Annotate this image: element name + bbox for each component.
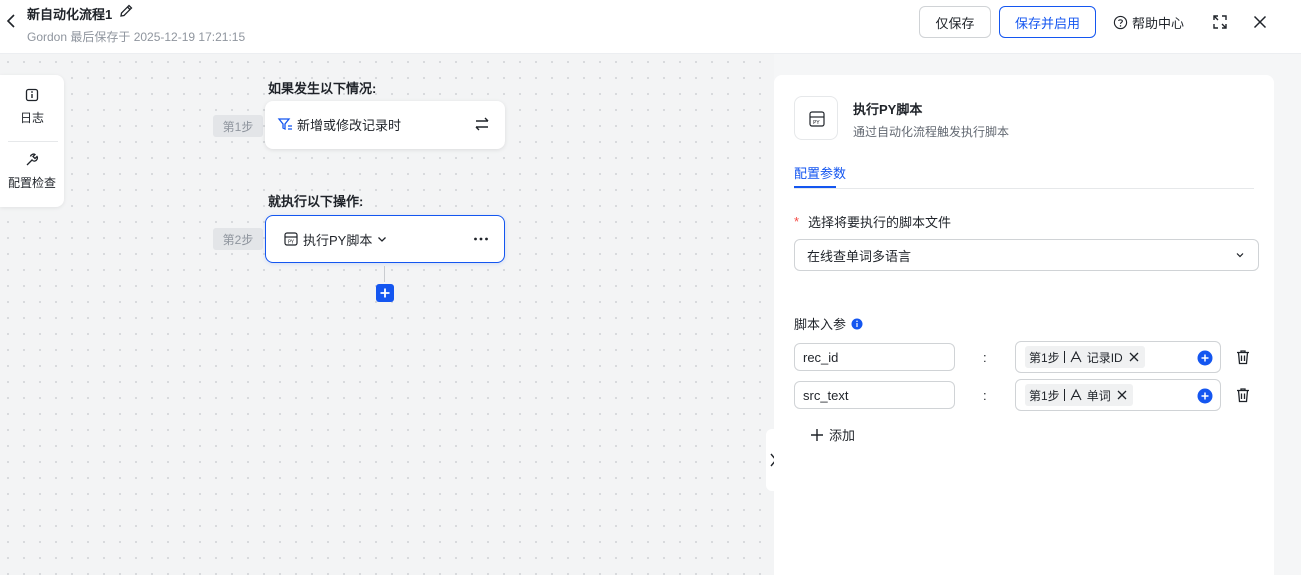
add-param-button[interactable]: 添加 — [809, 425, 855, 444]
wrench-icon — [26, 153, 39, 166]
step1-tag: 第1步 — [213, 115, 263, 137]
log-label: 日志 — [19, 111, 44, 125]
svg-text:PY: PY — [813, 120, 820, 126]
left-toolbar: 日志 配置检查 — [0, 75, 64, 207]
text-field-icon — [1070, 388, 1082, 401]
chip-separator — [1063, 389, 1065, 401]
param-name-input[interactable]: src_text — [794, 381, 955, 409]
add-param-label: 添加 — [829, 428, 856, 443]
info-log-icon — [25, 88, 39, 102]
python-script-icon: PY — [809, 111, 825, 127]
more-options-icon[interactable] — [472, 230, 490, 248]
node-connector-line — [384, 266, 385, 282]
python-script-icon: PY — [284, 232, 298, 246]
page-title: 新自动化流程1 — [27, 7, 113, 22]
param-colon: : — [983, 350, 987, 365]
log-tool[interactable]: 日志 — [0, 87, 64, 126]
required-marker: * — [794, 214, 800, 229]
help-center-link[interactable]: 帮助中心 — [1113, 13, 1184, 31]
plus-icon — [811, 428, 823, 441]
chevron-down-icon[interactable] — [376, 233, 388, 245]
variable-chip: 第1步 记录ID — [1025, 346, 1145, 368]
info-icon[interactable] — [851, 318, 863, 330]
trigger-node-content: 新增或修改记录时 — [277, 101, 401, 147]
tab-config-params[interactable]: 配置参数 — [794, 163, 846, 182]
fullscreen-icon[interactable] — [1211, 13, 1229, 31]
delete-trash-icon[interactable] — [1234, 348, 1252, 366]
header: 新自动化流程1 Gordon 最后保存于 2025-12-19 17:21:15… — [0, 0, 1301, 54]
switch-trigger-icon[interactable] — [473, 115, 491, 133]
action-label: 执行PY脚本 — [303, 232, 373, 248]
trigger-node[interactable]: 新增或修改记录时 — [265, 101, 505, 149]
chevron-down-icon — [1236, 253, 1244, 258]
window-scroll-edge — [1286, 54, 1301, 575]
help-circle-icon — [1113, 15, 1128, 29]
script-selected-value: 在线查单词多语言 — [807, 248, 912, 264]
insert-variable-icon[interactable] — [1197, 388, 1213, 404]
param-value-field[interactable]: 第1步 记录ID — [1015, 341, 1221, 373]
config-check-tool[interactable]: 配置检查 — [0, 152, 64, 191]
toolbar-divider — [8, 141, 58, 142]
save-and-enable-button[interactable]: 保存并启用 — [999, 6, 1096, 38]
back-arrow-icon[interactable] — [4, 12, 18, 30]
param-name-input[interactable]: rec_id — [794, 343, 955, 371]
remove-chip-icon[interactable] — [1127, 350, 1141, 364]
panel-title: 执行PY脚本 — [853, 102, 923, 117]
panel-description: 通过自动化流程触发执行脚本 — [853, 125, 1010, 139]
chip-step: 第1步 — [1029, 350, 1060, 365]
action-node[interactable]: PY 执行PY脚本 — [265, 215, 505, 263]
remove-chip-icon[interactable] — [1115, 388, 1129, 402]
panel-icon-box: PY — [794, 96, 838, 140]
chip-separator — [1063, 351, 1065, 363]
step2-tag: 第2步 — [213, 228, 263, 250]
action-heading: 就执行以下操作: — [268, 194, 364, 209]
edit-pencil-icon[interactable] — [117, 2, 135, 20]
chip-step: 第1步 — [1029, 388, 1060, 403]
param-value-field[interactable]: 第1步 单词 — [1015, 379, 1221, 411]
filter-trigger-icon — [277, 118, 292, 131]
variable-chip: 第1步 单词 — [1025, 384, 1133, 406]
text-field-icon — [1070, 350, 1082, 363]
script-file-label: 选择将要执行的脚本文件 — [808, 215, 952, 230]
chip-field: 记录ID — [1086, 350, 1123, 365]
config-panel: PY 执行PY脚本 通过自动化流程触发执行脚本 配置参数 * 选择将要执行的脚本… — [774, 75, 1274, 575]
script-params-heading: 脚本入参 — [794, 314, 863, 333]
help-center-label: 帮助中心 — [1132, 15, 1185, 31]
tab-divider — [794, 188, 1254, 189]
trigger-label: 新增或修改记录时 — [297, 117, 402, 133]
chip-field: 单词 — [1086, 388, 1111, 403]
save-only-button[interactable]: 仅保存 — [919, 6, 991, 38]
svg-text:PY: PY — [288, 240, 295, 246]
script-file-select[interactable]: 在线查单词多语言 — [794, 239, 1259, 271]
script-params-label: 脚本入参 — [794, 317, 847, 332]
insert-variable-icon[interactable] — [1197, 350, 1213, 366]
flow-canvas[interactable]: 日志 配置检查 如果发生以下情况: 第1步 新增或修改记录时 就执行以下操作: … — [0, 54, 774, 575]
trigger-heading: 如果发生以下情况: — [268, 81, 377, 96]
action-node-content: PY 执行PY脚本 — [283, 216, 388, 262]
config-check-label: 配置检查 — [7, 176, 56, 190]
close-icon[interactable] — [1251, 13, 1269, 31]
add-step-plus-icon[interactable] — [376, 284, 394, 302]
delete-trash-icon[interactable] — [1234, 386, 1252, 404]
param-colon: : — [983, 388, 987, 403]
last-saved-info: Gordon 最后保存于 2025-12-19 17:21:15 — [27, 30, 246, 44]
